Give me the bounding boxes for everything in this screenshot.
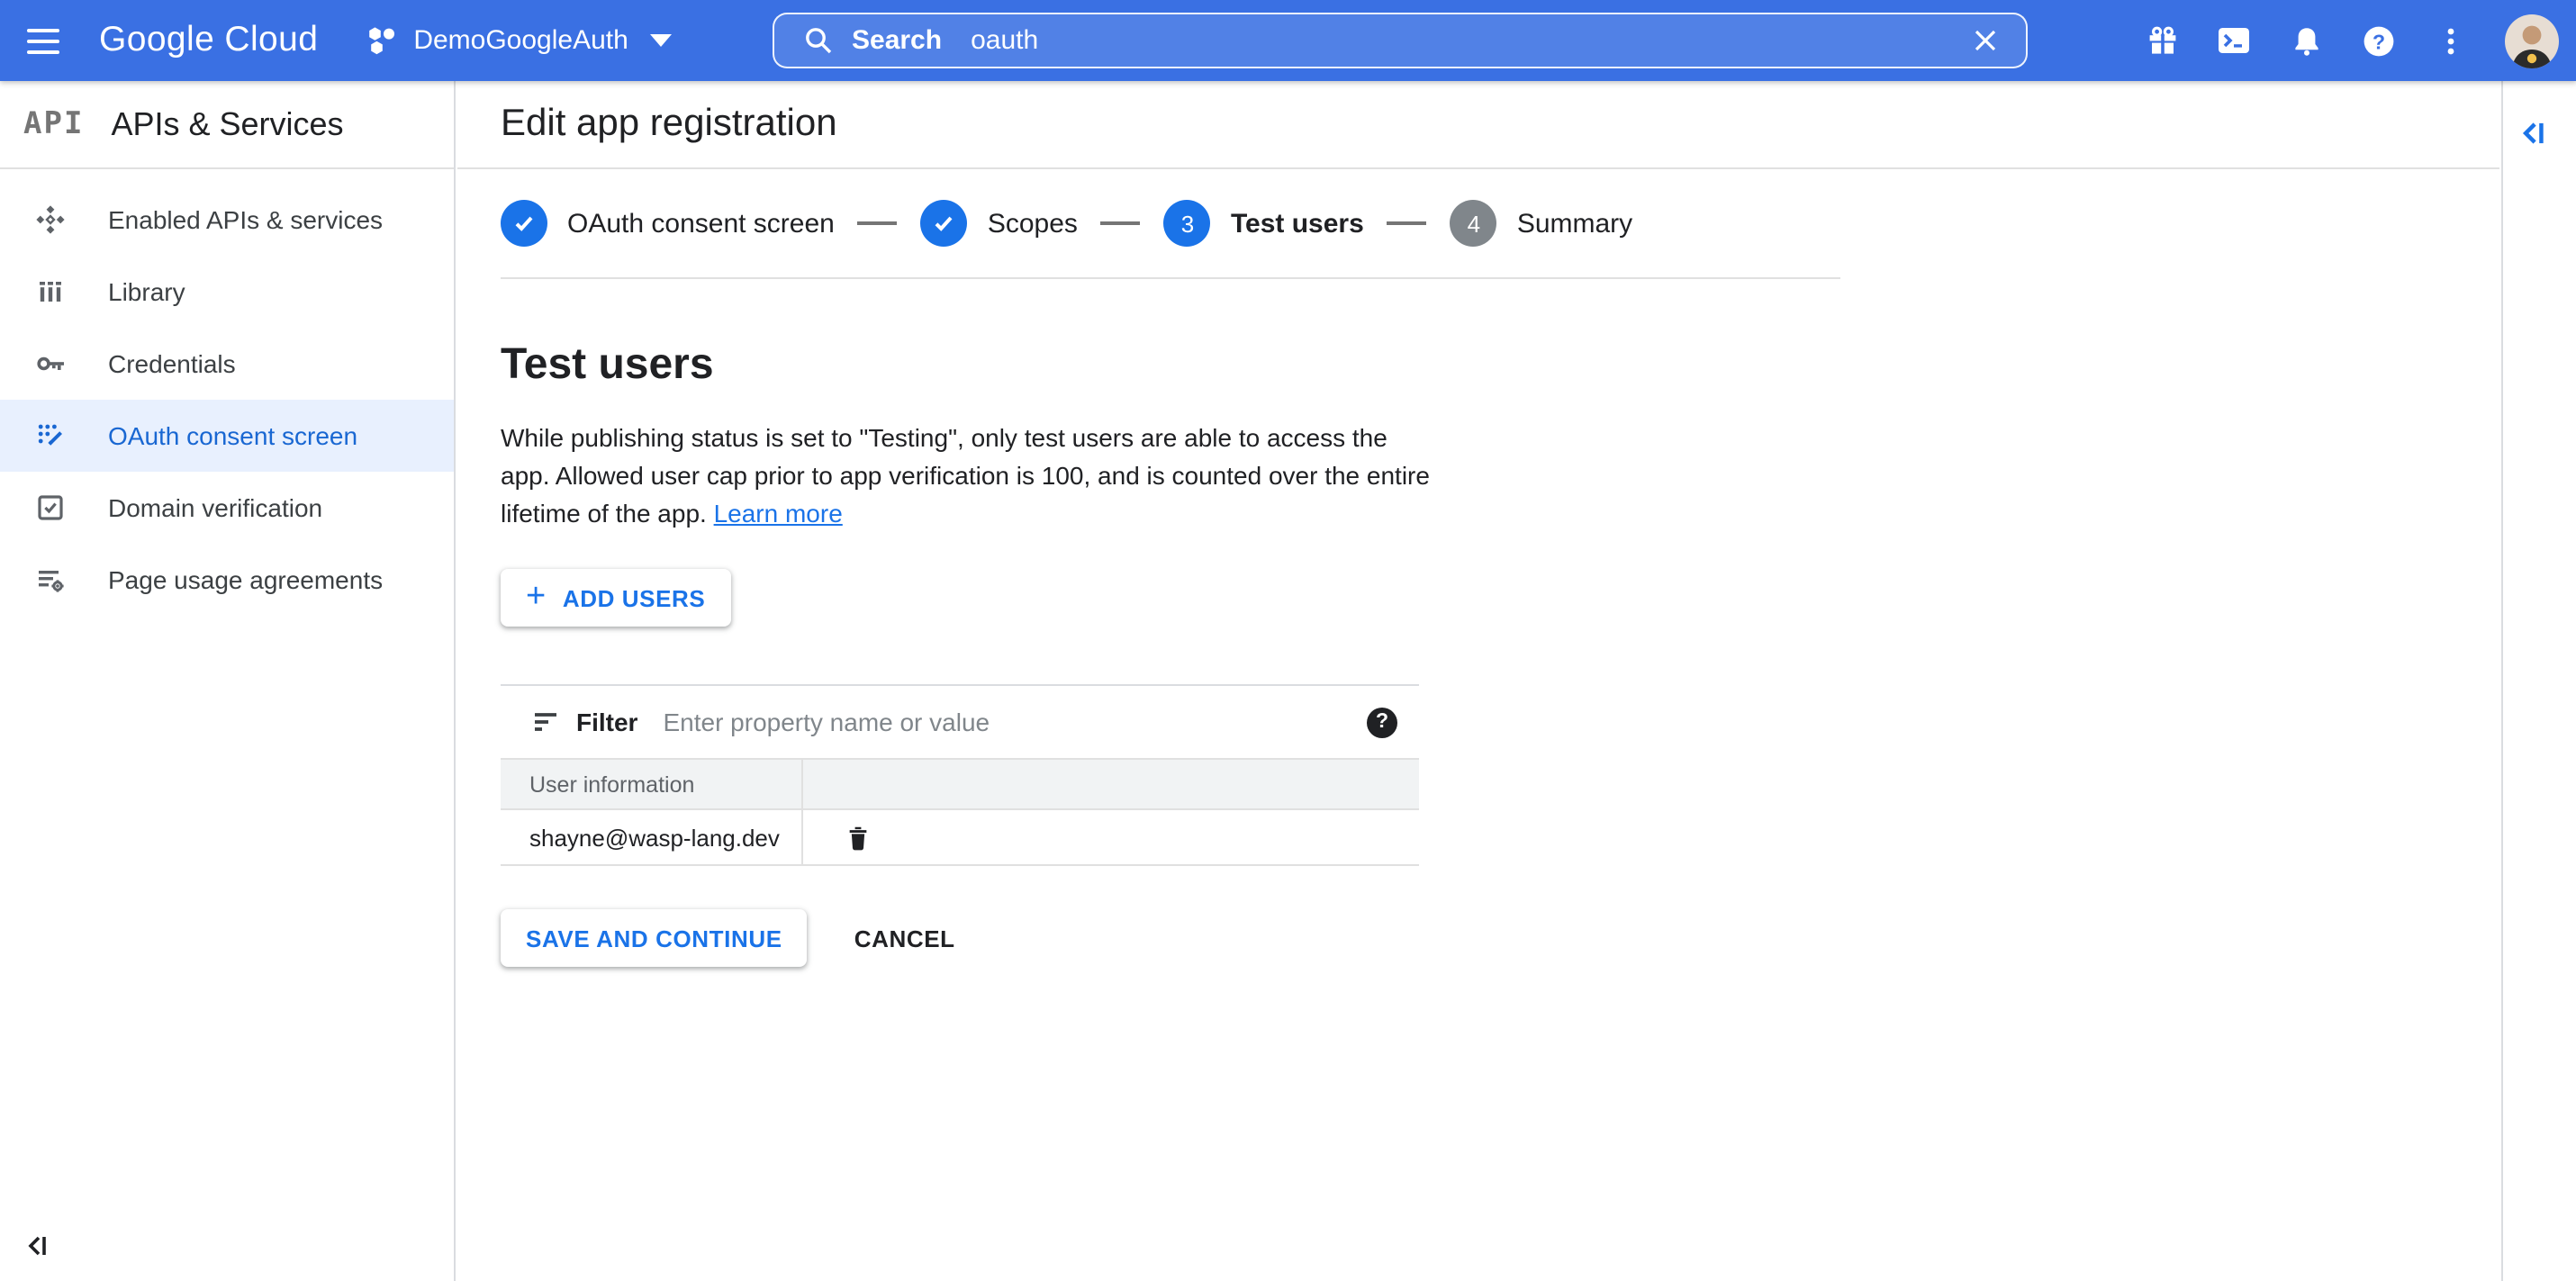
step-label: Summary (1516, 208, 1633, 239)
step-connector (1100, 221, 1141, 225)
sidebar-item-oauth-consent-screen[interactable]: OAuth consent screen (0, 400, 454, 472)
collapse-panel-icon[interactable] (2516, 110, 2562, 157)
description-text: While publishing status is set to "Testi… (501, 423, 1430, 528)
project-name: DemoGoogleAuth (413, 25, 628, 56)
cloud-shell-icon[interactable] (2198, 0, 2270, 81)
filter-icon (529, 706, 562, 738)
page-header: Edit app registration (457, 81, 2499, 169)
search-query: oauth (971, 25, 1039, 56)
filter-row: Filter ? (501, 686, 1419, 758)
api-logo: API (23, 106, 85, 142)
section-description: While publishing status is set to "Testi… (501, 419, 1439, 533)
consent-screen-icon (34, 419, 67, 452)
project-icon (366, 25, 397, 56)
sidebar-item-domain-verification[interactable]: Domain verification (0, 472, 454, 544)
learn-more-link[interactable]: Learn more (714, 499, 843, 528)
step-complete-check-icon (501, 200, 547, 247)
project-selector[interactable]: DemoGoogleAuth (366, 25, 672, 56)
more-vert-icon[interactable] (2414, 0, 2486, 81)
sidebar-item-label: Domain verification (108, 493, 323, 522)
help-icon[interactable]: ? (2342, 0, 2414, 81)
column-header-user-information: User information (501, 758, 802, 810)
sidebar-item-credentials[interactable]: Credentials (0, 328, 454, 400)
sidebar-item-library[interactable]: Library (0, 256, 454, 328)
step-label: Test users (1230, 208, 1364, 239)
row-actions-cell (801, 809, 1419, 866)
page-title: Edit app registration (501, 103, 837, 144)
test-users-section: Test users While publishing status is se… (457, 340, 2499, 967)
agreements-icon (34, 564, 67, 596)
step-complete-check-icon (920, 200, 968, 247)
user-email-cell: shayne@wasp-lang.dev (501, 809, 802, 866)
test-users-table: User information shayne@wasp-lang.dev (501, 758, 1419, 866)
step-test-users[interactable]: 3 Test users (1163, 200, 1364, 247)
sidebar-title: APIs & Services (111, 105, 344, 141)
google-cloud-console: Google Cloud DemoGoogleAuth Search oauth… (0, 0, 2576, 1281)
menu-icon[interactable] (0, 0, 86, 81)
filter-label: Filter (576, 708, 638, 736)
filter-input[interactable] (663, 708, 1367, 736)
sidebar-item-label: Enabled APIs & services (108, 205, 384, 234)
collapse-sidebar-icon[interactable] (22, 1223, 72, 1267)
step-label: Scopes (987, 208, 1078, 239)
table-header-row: User information (501, 758, 1419, 810)
account-avatar[interactable] (2486, 0, 2576, 81)
step-oauth-consent-screen[interactable]: OAuth consent screen (501, 200, 835, 247)
gift-offers-icon[interactable] (2126, 0, 2198, 81)
sidebar-nav: Enabled APIs & services Library Credenti… (0, 169, 454, 616)
sidebar-item-enabled-apis[interactable]: Enabled APIs & services (0, 184, 454, 256)
form-actions: SAVE AND CONTINUE CANCEL (501, 909, 2455, 967)
column-header-actions (801, 758, 1419, 810)
search-input[interactable]: Search oauth (773, 13, 2028, 68)
section-heading: Test users (501, 340, 714, 389)
step-connector (1387, 221, 1427, 225)
filter-help-icon[interactable]: ? (1367, 707, 1397, 737)
plus-icon: + (526, 577, 547, 615)
step-summary[interactable]: 4 Summary (1450, 200, 1633, 247)
cancel-button[interactable]: CANCEL (854, 925, 955, 952)
sidebar-item-page-usage-agreements[interactable]: Page usage agreements (0, 544, 454, 616)
sidebar: API APIs & Services Enabled APIs & servi… (0, 81, 456, 1281)
delete-user-icon[interactable] (838, 817, 878, 857)
stepper: OAuth consent screen Scopes 3 Test users (501, 169, 1840, 279)
sidebar-item-label: Page usage agreements (108, 565, 384, 594)
main-content: Edit app registration OAuth consent scre… (457, 81, 2499, 1281)
step-label: OAuth consent screen (567, 208, 835, 239)
svg-text:?: ? (2372, 29, 2384, 52)
save-and-continue-button[interactable]: SAVE AND CONTINUE (501, 909, 808, 967)
chevron-down-icon (649, 34, 672, 47)
step-number-badge: 4 (1450, 200, 1497, 247)
step-connector (857, 221, 898, 225)
clear-search-icon[interactable] (1954, 14, 2015, 67)
add-users-button[interactable]: + ADD USERS (501, 569, 731, 627)
topbar: Google Cloud DemoGoogleAuth Search oauth… (0, 0, 2576, 81)
topbar-actions: ? (2126, 0, 2576, 81)
notifications-bell-icon[interactable] (2270, 0, 2342, 81)
google-cloud-logo[interactable]: Google Cloud (99, 20, 318, 61)
step-number-badge: 3 (1163, 200, 1211, 247)
checkbox-icon (34, 492, 67, 524)
sidebar-item-label: Library (108, 277, 185, 306)
library-icon (34, 275, 67, 308)
test-users-table-card: Filter ? User information shayne@wasp-la… (501, 684, 1419, 866)
search-label: Search (852, 25, 943, 56)
enabled-apis-icon (34, 203, 67, 236)
step-scopes[interactable]: Scopes (920, 200, 1078, 247)
table-row: shayne@wasp-lang.dev (501, 809, 1419, 866)
right-rail (2500, 81, 2576, 1281)
search-icon (803, 25, 834, 56)
sidebar-header: API APIs & Services (0, 81, 454, 169)
sidebar-item-label: Credentials (108, 349, 236, 378)
key-icon (34, 347, 67, 380)
sidebar-item-label: OAuth consent screen (108, 421, 358, 450)
